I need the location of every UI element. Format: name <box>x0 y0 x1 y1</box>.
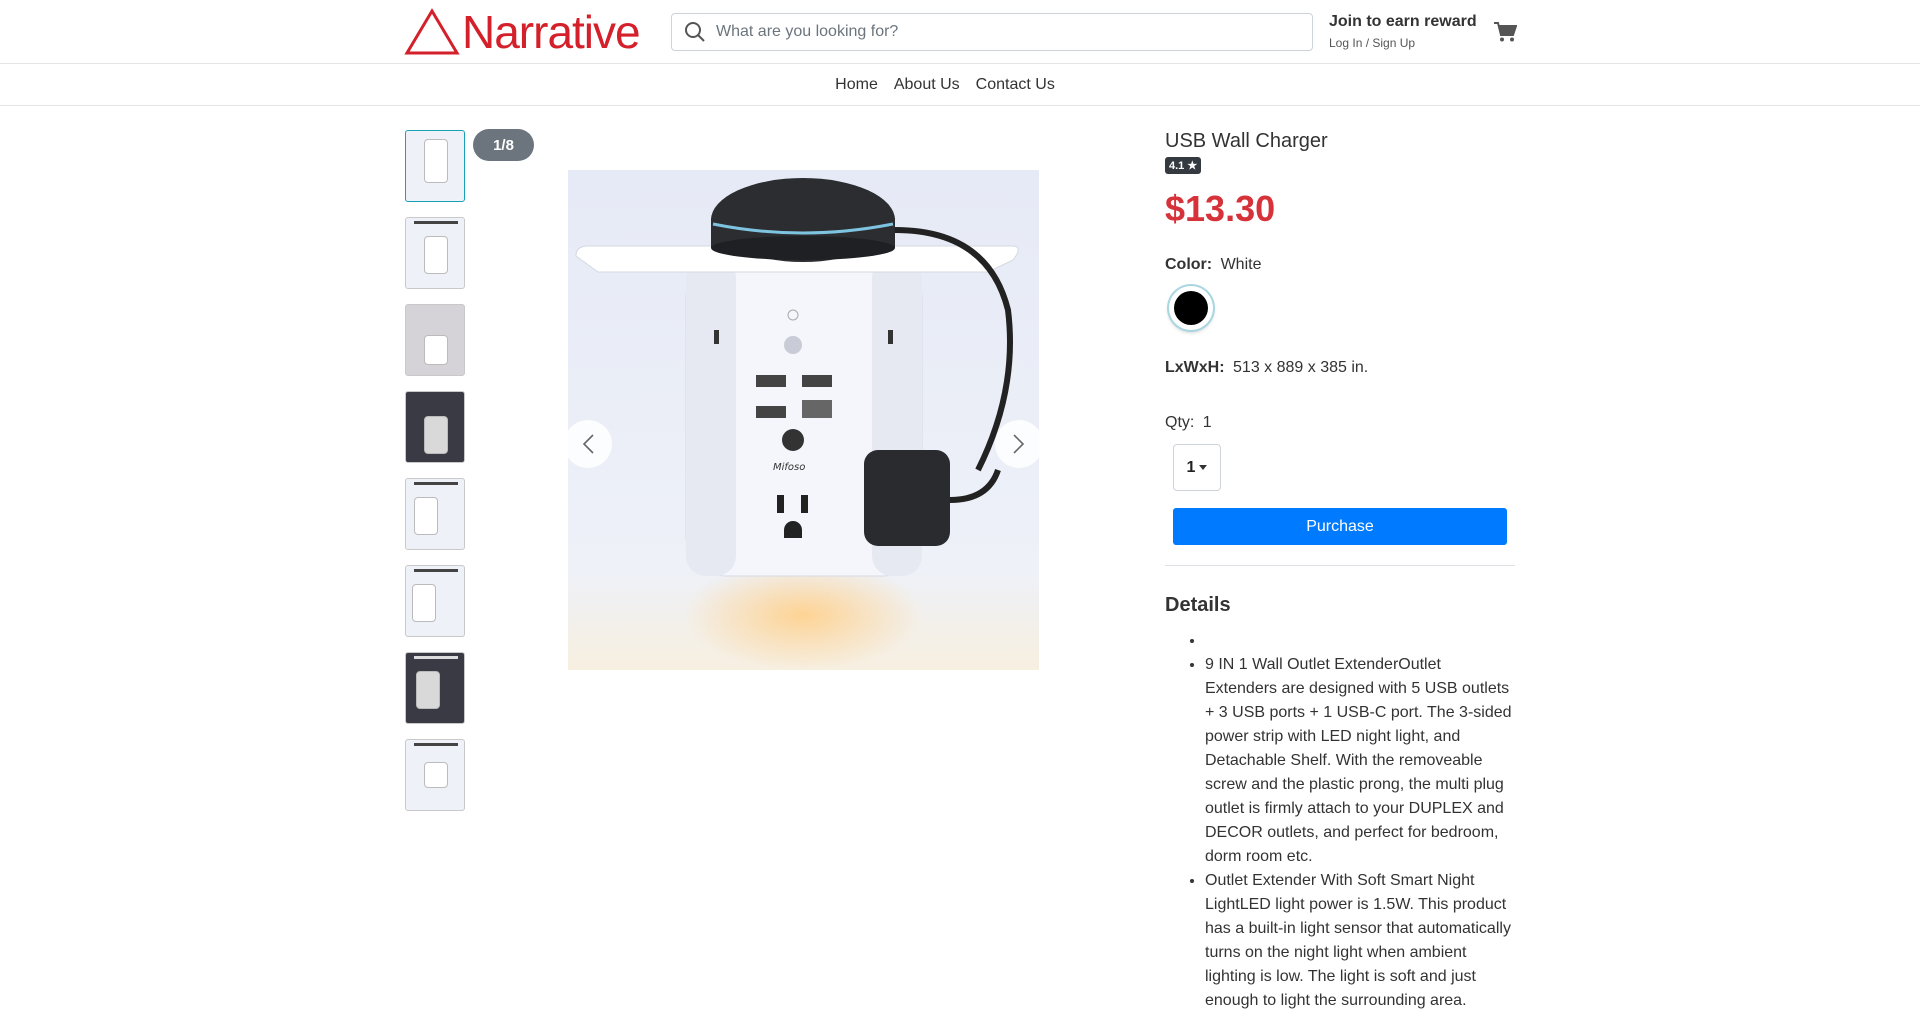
next-image-button[interactable] <box>995 420 1043 468</box>
color-row: Color: White <box>1165 256 1515 274</box>
rating-badge: 4.1 ★ <box>1165 157 1202 174</box>
product-illustration: Mifoso <box>575 178 1019 670</box>
dimensions-value: 513 x 889 x 385 in. <box>1233 359 1369 376</box>
join-reward-text: Join to earn reward <box>1329 13 1477 30</box>
quantity-selected: 1 <box>1186 458 1196 476</box>
purchase-button[interactable]: Purchase <box>1173 508 1507 545</box>
prev-image-button[interactable] <box>564 420 612 468</box>
image-counter: 1/8 <box>473 129 534 161</box>
product-image: Mifoso <box>568 170 1039 670</box>
caret-down-icon <box>1199 465 1208 470</box>
thumbnail[interactable] <box>405 565 465 637</box>
color-label: Color: <box>1165 256 1213 273</box>
details-list: 9 IN 1 Wall Outlet ExtenderOutlet Extend… <box>1165 629 1515 1013</box>
thumbnail-list <box>405 130 465 826</box>
product-price: $13.30 <box>1165 188 1276 229</box>
chevron-right-icon <box>1013 434 1025 454</box>
logo-text: Narrative <box>462 6 641 58</box>
thumbnail[interactable] <box>405 130 465 202</box>
thumbnail[interactable] <box>405 652 465 724</box>
details-heading: Details <box>1165 594 1231 616</box>
account-area: Join to earn reward Log In / Sign Up <box>1329 13 1477 50</box>
svg-text:Mifoso: Mifoso <box>773 462 805 473</box>
nav-about-us[interactable]: About Us <box>894 76 960 94</box>
nav-home[interactable]: Home <box>835 76 878 94</box>
search-input[interactable] <box>712 23 1292 41</box>
quantity-select[interactable]: 1 <box>1173 444 1221 491</box>
dimensions-label: LxWxH: <box>1165 359 1225 376</box>
triangle-logo-icon <box>404 8 460 55</box>
nav-contact-us[interactable]: Contact Us <box>976 76 1055 94</box>
thumbnail[interactable] <box>405 217 465 289</box>
quantity-value: 1 <box>1202 414 1212 431</box>
details-item: 9 IN 1 Wall Outlet ExtenderOutlet Extend… <box>1205 653 1515 869</box>
thumbnail[interactable] <box>405 304 465 376</box>
logo[interactable]: Narrative <box>404 6 641 58</box>
search-icon[interactable] <box>672 21 712 43</box>
quantity-label: Qty: <box>1165 414 1195 431</box>
login-signup-link[interactable]: Log In / Sign Up <box>1329 36 1477 50</box>
cart-icon[interactable] <box>1493 21 1518 48</box>
quantity-row: Qty: 1 <box>1165 414 1515 432</box>
details-item: Outlet Extender With Soft Smart Night Li… <box>1205 869 1515 1013</box>
product-info: USB Wall Charger 4.1 ★ $13.30 Color: Whi… <box>1165 130 1515 1013</box>
thumbnail[interactable] <box>405 739 465 811</box>
divider <box>1165 565 1515 566</box>
thumbnail[interactable] <box>405 478 465 550</box>
details-section: Details 9 IN 1 Wall Outlet ExtenderOutle… <box>1165 594 1515 1013</box>
chevron-left-icon <box>582 434 594 454</box>
product-title: USB Wall Charger <box>1165 130 1328 152</box>
thumbnail[interactable] <box>405 391 465 463</box>
details-item <box>1205 629 1515 653</box>
dimensions-row: LxWxH: 513 x 889 x 385 in. <box>1165 359 1515 377</box>
main-nav: Home About Us Contact Us <box>0 64 1920 106</box>
search-bar[interactable] <box>671 13 1313 51</box>
header: Narrative Join to earn reward Log In / S… <box>0 0 1920 64</box>
color-value: White <box>1220 256 1262 273</box>
color-swatch-black[interactable] <box>1169 286 1213 330</box>
